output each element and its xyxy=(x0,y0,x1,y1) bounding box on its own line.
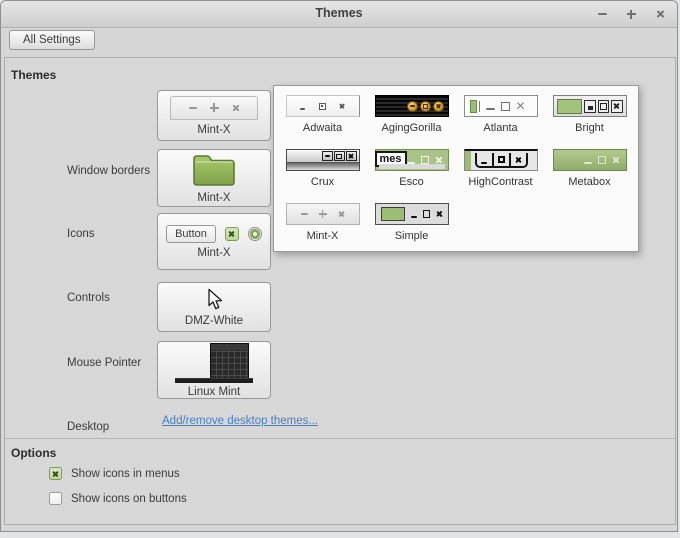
maximize-icon xyxy=(210,103,219,112)
crux-titlebar-thumbnail xyxy=(286,149,360,171)
minimize-icon[interactable] xyxy=(595,7,609,21)
window-controls xyxy=(595,1,667,27)
cursor-icon xyxy=(204,288,224,311)
theme-option-metabox[interactable]: Metabox xyxy=(545,146,634,200)
bright-titlebar-thumbnail xyxy=(553,95,627,117)
theme-option-adwaita[interactable]: Adwaita xyxy=(278,92,367,146)
option-label[interactable]: Show icons on buttons xyxy=(71,493,187,505)
preview-checkbox-icon xyxy=(225,227,239,241)
desktop-theme-value: Linux Mint xyxy=(188,386,240,398)
add-remove-themes-link[interactable]: Add/remove desktop themes... xyxy=(140,415,340,427)
atlanta-titlebar-thumbnail xyxy=(464,95,538,117)
desktop-preview-icon xyxy=(172,343,256,385)
controls-theme-button[interactable]: Button Mint-X xyxy=(157,213,271,270)
theme-option-simple[interactable]: Simple xyxy=(367,200,456,254)
metabox-titlebar-thumbnail xyxy=(553,149,627,171)
option-show-icons-in-menus[interactable]: Show icons in menus xyxy=(49,467,180,480)
row-label-window-borders: Window borders xyxy=(67,165,150,177)
icons-theme-button[interactable]: Mint-X xyxy=(157,149,271,207)
coin-minimize-icon xyxy=(407,101,418,112)
theme-option-crux[interactable]: Crux xyxy=(278,146,367,200)
controls-theme-value: Mint-X xyxy=(197,247,230,259)
row-label-controls: Controls xyxy=(67,292,110,304)
mouse-pointer-theme-value: DMZ-White xyxy=(185,315,243,327)
coin-close-icon xyxy=(433,101,444,112)
theme-option-aginggorilla[interactable]: AgingGorilla xyxy=(367,92,456,146)
section-divider xyxy=(5,438,675,439)
options-section-header: Options xyxy=(11,446,56,460)
adwaita-titlebar-thumbnail xyxy=(286,95,360,117)
screen: Themes All Settings Themes Window border… xyxy=(0,0,680,538)
aginggorilla-titlebar-thumbnail xyxy=(375,95,449,117)
maximize-icon[interactable] xyxy=(624,7,638,21)
icons-theme-value: Mint-X xyxy=(197,192,230,204)
theme-option-highcontrast[interactable]: HighContrast xyxy=(456,146,545,200)
close-icon[interactable] xyxy=(653,7,667,21)
desktop-theme-button[interactable]: Linux Mint xyxy=(157,341,271,399)
option-show-icons-on-buttons[interactable]: Show icons on buttons xyxy=(49,492,187,505)
controls-preview: Button xyxy=(166,225,262,243)
esco-titlebar-thumbnail: mes xyxy=(375,149,449,171)
mintx-titlebar-thumbnail xyxy=(286,203,360,225)
theme-option-esco[interactable]: mes Esco xyxy=(367,146,456,200)
checkbox-icon[interactable] xyxy=(49,492,62,505)
simple-titlebar-thumbnail xyxy=(375,203,449,225)
mintx-titlebar-preview xyxy=(170,96,258,120)
row-label-desktop: Desktop xyxy=(67,421,109,433)
close-icon xyxy=(232,104,240,112)
theme-option-mintx[interactable]: Mint-X xyxy=(278,200,367,254)
titlebar: Themes xyxy=(1,1,677,28)
option-label[interactable]: Show icons in menus xyxy=(71,468,180,480)
checkbox-icon[interactable] xyxy=(49,467,62,480)
all-settings-button[interactable]: All Settings xyxy=(9,30,95,50)
preview-button: Button xyxy=(166,225,216,243)
folder-icon xyxy=(191,152,237,188)
minimize-icon xyxy=(189,107,197,109)
window-borders-theme-value: Mint-X xyxy=(197,124,230,136)
themes-window: Themes All Settings Themes Window border… xyxy=(0,0,678,532)
theme-option-bright[interactable]: Bright xyxy=(545,92,634,146)
row-label-icons: Icons xyxy=(67,228,95,240)
window-borders-theme-button[interactable]: Mint-X xyxy=(157,90,271,141)
desktop-background-strip xyxy=(0,532,680,538)
row-label-mouse-pointer: Mouse Pointer xyxy=(67,357,141,369)
theme-option-atlanta[interactable]: Atlanta xyxy=(456,92,545,146)
window-border-theme-picker: Adwaita AgingGorilla Atlanta xyxy=(273,85,639,252)
preview-radio-icon xyxy=(248,227,262,241)
themes-section-header: Themes xyxy=(11,68,56,82)
window-title: Themes xyxy=(1,6,677,20)
coin-maximize-icon xyxy=(420,101,431,112)
highcontrast-titlebar-thumbnail xyxy=(464,149,538,171)
mouse-pointer-theme-button[interactable]: DMZ-White xyxy=(157,282,271,332)
